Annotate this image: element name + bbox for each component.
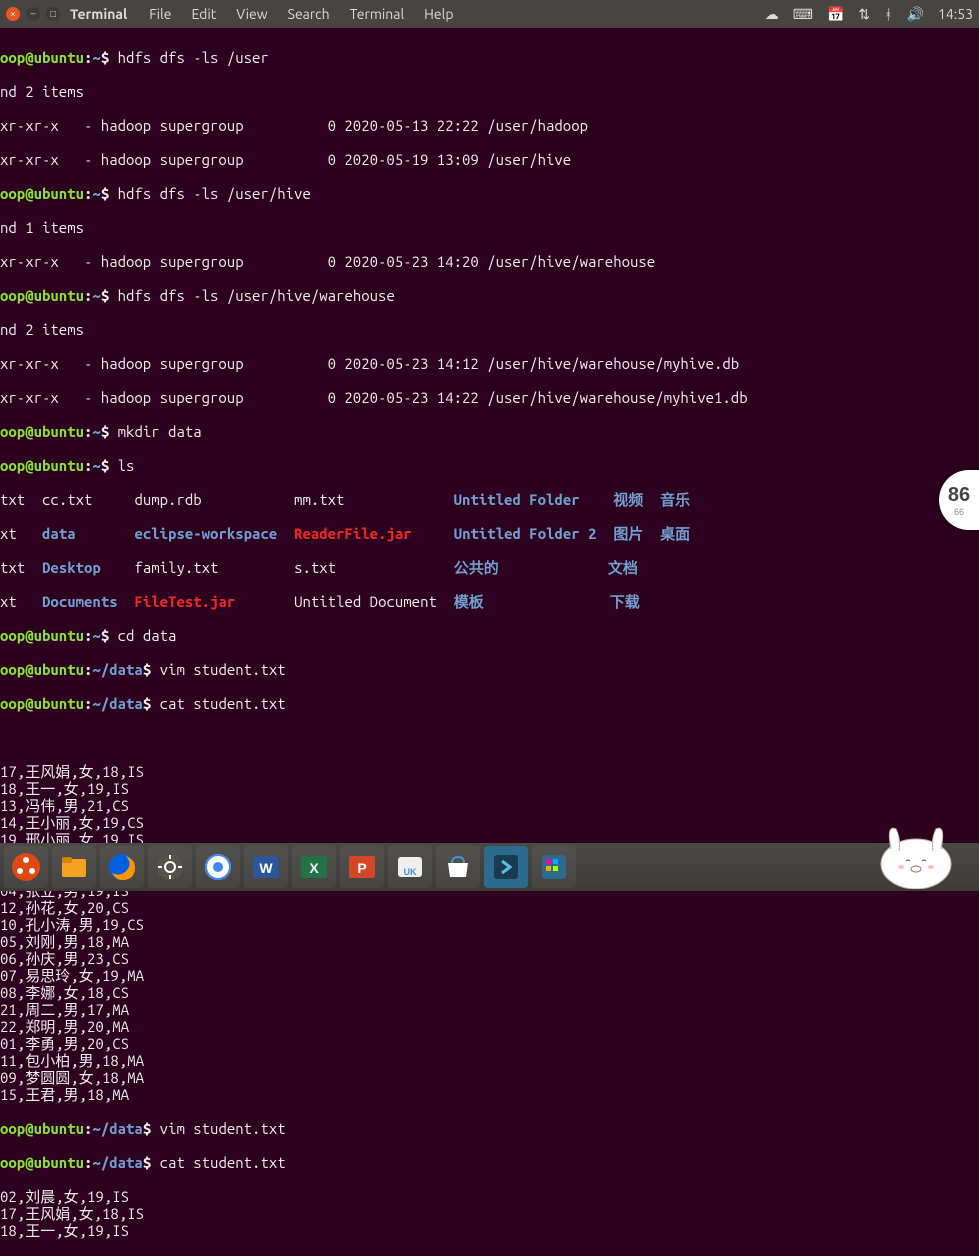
svg-text:X: X (309, 860, 319, 876)
prompt-user: oop@ubuntu (0, 49, 84, 66)
menu-search[interactable]: Search (280, 6, 338, 22)
output-line: nd 2 items (0, 321, 979, 338)
menubar: × – □ Terminal File Edit View Search Ter… (0, 0, 979, 28)
command: cd data (118, 627, 177, 644)
student-row: 07,易思玲,女,19,MA (0, 967, 979, 984)
command: cat student.txt (160, 695, 286, 712)
widget-sub: 66 (954, 507, 964, 517)
svg-text:UK: UK (404, 867, 417, 877)
ls-row: txt Desktop family.txt s.txt 公共的 文档 (0, 559, 979, 576)
keyboard-icon[interactable]: ⌨ (793, 6, 813, 23)
command: vim student.txt (160, 661, 286, 678)
student-row: 11,包小柏,男,18,MA (0, 1052, 979, 1069)
clock[interactable]: 14:53 (938, 6, 973, 22)
devtools-icon[interactable] (484, 846, 528, 888)
output-line: xr-xr-x - hadoop supergroup 0 2020-05-19… (0, 151, 979, 168)
student-row: 17,王风娟,女,18,IS (0, 763, 979, 780)
app-title: Terminal (70, 6, 127, 22)
student-row: 05,刘刚,男,18,MA (0, 933, 979, 950)
word-icon[interactable]: W (244, 846, 288, 888)
student-row: 18,王一,女,19,IS (0, 780, 979, 797)
menubar-left: × – □ Terminal File Edit View Search Ter… (6, 6, 462, 22)
excel-icon[interactable]: X (292, 846, 336, 888)
student-row: 21,周二,男,17,MA (0, 1001, 979, 1018)
student-row: 02,刘晨,女,19,IS (0, 1188, 979, 1205)
student-row: 17,王风娟,女,18,IS (0, 1205, 979, 1222)
student-row: 09,梦圆圆,女,18,MA (0, 1069, 979, 1086)
firefox-icon[interactable] (100, 846, 144, 888)
output-line: nd 2 items (0, 83, 979, 100)
command: mkdir data (118, 423, 202, 440)
svg-text:W: W (259, 860, 273, 876)
window-controls: × – □ (6, 7, 60, 21)
menu-help[interactable]: Help (416, 6, 461, 22)
command: hdfs dfs -ls /user/hive (118, 185, 311, 202)
command: ls (118, 457, 135, 474)
student-row: 18,王一,女,19,IS (0, 1222, 979, 1239)
students-output: 17,王风娟,女,18,IS18,王一,女,19,IS13,冯伟,男,21,CS… (0, 763, 979, 1103)
command: hdfs dfs -ls /user (118, 49, 269, 66)
files-icon[interactable] (52, 846, 96, 888)
system-tray: ☁ ⌨ 📅 ⇅ ᚼ 🔊 14:53 (765, 6, 973, 23)
apps-grid-icon[interactable] (532, 846, 576, 888)
network-icon[interactable]: ⇅ (858, 6, 870, 23)
student-row: 13,冯伟,男,21,CS (0, 797, 979, 814)
ukui-icon[interactable]: UK (388, 846, 432, 888)
ls-row: txt cc.txt dump.rdb mm.txt Untitled Fold… (0, 491, 979, 508)
output-line: xr-xr-x - hadoop supergroup 0 2020-05-23… (0, 355, 979, 372)
window-maximize-button[interactable]: □ (46, 7, 60, 21)
student-row: 22,郑明,男,20,MA (0, 1018, 979, 1035)
student-row: 01,李勇,男,20,CS (0, 1035, 979, 1052)
command: vim student.txt (160, 1120, 286, 1137)
menu-file[interactable]: File (141, 6, 179, 22)
terminal-output[interactable]: oop@ubuntu:~$ hdfs dfs -ls /user nd 2 it… (0, 28, 979, 1256)
show-apps-icon[interactable] (4, 846, 48, 888)
volume-icon[interactable]: 🔊 (907, 6, 924, 23)
output-line: xr-xr-x - hadoop supergroup 0 2020-05-23… (0, 389, 979, 406)
students-output-2: 02,刘晨,女,19,IS17,王风娟,女,18,IS18,王一,女,19,IS (0, 1188, 979, 1239)
student-row: 08,李娜,女,18,CS (0, 984, 979, 1001)
output-line: nd 1 items (0, 219, 979, 236)
menu-view[interactable]: View (228, 6, 275, 22)
calendar-icon[interactable]: 📅 (827, 6, 844, 23)
powerpoint-icon[interactable]: P (340, 846, 384, 888)
cloud-icon[interactable]: ☁ (765, 6, 779, 23)
student-row: 10,孔小涛,男,19,CS (0, 916, 979, 933)
window-close-button[interactable]: × (6, 7, 20, 21)
store-icon[interactable] (436, 846, 480, 888)
menu-terminal[interactable]: Terminal (342, 6, 413, 22)
window-minimize-button[interactable]: – (26, 7, 40, 21)
ls-row: xt data eclipse-workspace ReaderFile.jar… (0, 525, 979, 542)
student-row: 14,王小丽,女,19,CS (0, 814, 979, 831)
output-line: xr-xr-x - hadoop supergroup 0 2020-05-13… (0, 117, 979, 134)
desktop-mascot[interactable] (871, 809, 961, 889)
svg-text:P: P (357, 860, 366, 876)
ls-row: xt Documents FileTest.jar Untitled Docum… (0, 593, 979, 610)
prompt-path: ~ (92, 49, 100, 66)
chromium-icon[interactable] (196, 846, 240, 888)
menu-edit[interactable]: Edit (183, 6, 224, 22)
student-row: 06,孙庆,男,23,CS (0, 950, 979, 967)
settings-icon[interactable] (148, 846, 192, 888)
widget-number: 86 (948, 484, 970, 507)
bluetooth-icon[interactable]: ᚼ (884, 6, 892, 22)
output-line: xr-xr-x - hadoop supergroup 0 2020-05-23… (0, 253, 979, 270)
student-row: 12,孙花,女,20,CS (0, 899, 979, 916)
command: cat student.txt (160, 1154, 286, 1171)
command: hdfs dfs -ls /user/hive/warehouse (118, 287, 395, 304)
student-row: 15,王君,男,18,MA (0, 1086, 979, 1103)
taskbar: W X P UK (0, 843, 979, 891)
